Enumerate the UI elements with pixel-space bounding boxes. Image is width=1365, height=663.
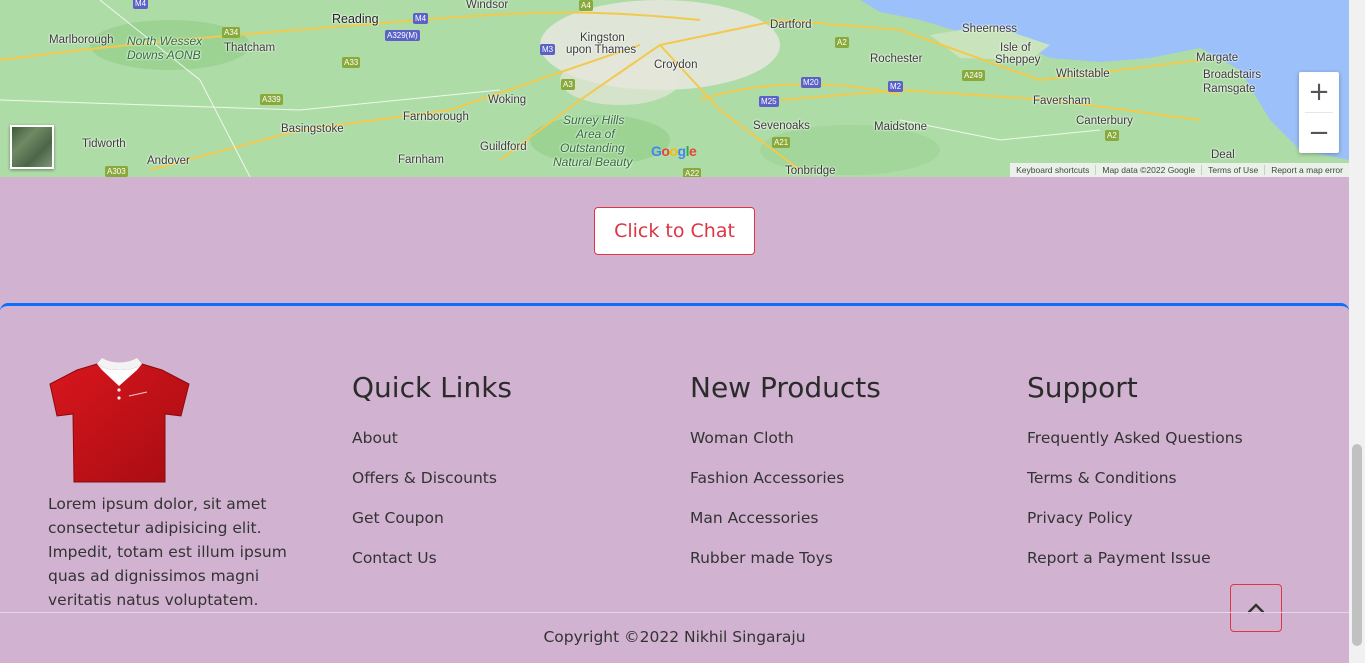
map-road-shield: M3 [540, 44, 556, 55]
map-road-shield: M4 [413, 13, 429, 24]
map-place-label: Farnham [398, 154, 445, 166]
map-place-label: Broadstairs [1203, 69, 1262, 81]
link-woman-cloth[interactable]: Woman Cloth [690, 428, 881, 448]
map-place-label: Thatcham [224, 42, 276, 54]
map-place-label: Sevenoaks [753, 120, 810, 132]
map-road-shield: M20 [801, 77, 821, 88]
map-road-shield: A303 [105, 166, 128, 177]
map-place-label: Faversham [1033, 95, 1091, 107]
red-shirt-logo [49, 358, 190, 483]
map-place-label: Croydon [654, 59, 698, 71]
support-column: Support Frequently Asked Questions Terms… [1027, 368, 1243, 588]
map-place-label: Surrey Hills [563, 113, 625, 127]
map-road-shield: A21 [772, 137, 791, 148]
map-road-shield: A249 [962, 70, 985, 81]
map-place-label: Dartford [770, 19, 812, 31]
map-place-label: Reading [332, 12, 379, 26]
map-place-label: Whitstable [1056, 68, 1110, 80]
map-place-label: Isle of [1000, 42, 1031, 54]
footer: Lorem ipsum dolor, sit amet consectetur … [0, 303, 1349, 663]
new-products-heading: New Products [690, 371, 881, 404]
copyright-text: Copyright ©2022 Nikhil Singaraju [543, 628, 806, 646]
link-terms-conditions[interactable]: Terms & Conditions [1027, 468, 1243, 488]
map-road-shield: A34 [222, 27, 241, 38]
footer-divider [0, 612, 1349, 613]
map-road-shield: M4 [133, 0, 149, 9]
map-place-label: Basingstoke [281, 123, 344, 135]
page-scrollbar[interactable] [1349, 0, 1365, 663]
map-road-shield: A2 [1105, 130, 1119, 141]
map-place-label: Margate [1196, 52, 1239, 64]
map-place-label: Marlborough [49, 34, 114, 46]
footer-about-text: Lorem ipsum dolor, sit amet consectetur … [48, 495, 287, 609]
satellite-toggle[interactable] [10, 125, 54, 169]
map-place-label: Sheerness [962, 23, 1017, 35]
map-place-label: Kingston [580, 32, 625, 44]
link-contact-us[interactable]: Contact Us [352, 548, 512, 568]
zoom-in-button[interactable]: + [1299, 72, 1339, 112]
map-place-label: Sheppey [995, 54, 1041, 66]
link-rubber-made-toys[interactable]: Rubber made Toys [690, 548, 881, 568]
link-report-payment-issue[interactable]: Report a Payment Issue [1027, 548, 1243, 568]
report-map-error-link[interactable]: Report a map error [1264, 165, 1349, 175]
click-to-chat-button[interactable]: Click to Chat [594, 207, 755, 255]
quick-links-heading: Quick Links [352, 371, 513, 404]
map-attribution: Keyboard shortcuts Map data ©2022 Google… [1010, 163, 1349, 177]
link-fashion-accessories[interactable]: Fashion Accessories [690, 468, 881, 488]
map-place-label: Guildford [480, 141, 527, 153]
map-place-label: Maidstone [874, 121, 928, 133]
map-place-label: Andover [147, 155, 190, 167]
link-offers-discounts[interactable]: Offers & Discounts [352, 468, 512, 488]
link-man-accessories[interactable]: Man Accessories [690, 508, 881, 528]
map-place-label: Downs AONB [127, 48, 201, 62]
map-road-shield: A22 [683, 168, 702, 177]
link-privacy-policy[interactable]: Privacy Policy [1027, 508, 1243, 528]
quick-links-column: Quick Links About Offers & Discounts Get… [352, 368, 512, 588]
map-place-label: Tidworth [82, 138, 126, 150]
map-place-label: Deal [1211, 149, 1235, 161]
map-place-label: Outstanding [560, 141, 625, 155]
google-logo: Google [651, 143, 697, 159]
support-heading: Support [1027, 371, 1138, 404]
map-place-label: Natural Beauty [553, 155, 633, 169]
map-data-label: Map data ©2022 Google [1095, 165, 1201, 175]
terms-of-use-link[interactable]: Terms of Use [1201, 165, 1264, 175]
map-road-shield: M2 [888, 81, 904, 92]
keyboard-shortcuts-link[interactable]: Keyboard shortcuts [1010, 165, 1095, 175]
map-place-label: Canterbury [1076, 115, 1133, 127]
link-get-coupon[interactable]: Get Coupon [352, 508, 512, 528]
map-place-label: Tonbridge [785, 165, 836, 177]
map-road-shield: A329(M) [385, 30, 420, 41]
map-road-shield: A4 [579, 0, 593, 11]
zoom-out-button[interactable]: − [1299, 113, 1339, 153]
link-faq[interactable]: Frequently Asked Questions [1027, 428, 1243, 448]
link-about[interactable]: About [352, 428, 512, 448]
map-place-label: Rochester [870, 53, 923, 65]
map-place-label: upon Thames [566, 44, 637, 56]
map-place-label: North Wessex [127, 34, 203, 48]
map-place-label: Farnborough [403, 111, 469, 123]
map-place-label: Area of [576, 127, 615, 141]
embedded-map[interactable]: Reading Windsor Marlborough North Wessex Dow… [0, 0, 1349, 177]
map-zoom-control: + − [1299, 72, 1339, 153]
map-place-label: Ramsgate [1203, 83, 1256, 95]
map-place-label: Windsor [466, 0, 509, 11]
back-to-top-button[interactable] [1230, 584, 1282, 632]
map-place-label: Woking [488, 94, 527, 106]
map-road-shield: A339 [260, 94, 283, 105]
map-road-shield: A33 [342, 57, 361, 68]
map-road-shield: M25 [759, 96, 779, 107]
new-products-column: New Products Woman Cloth Fashion Accesso… [690, 368, 881, 588]
map-road-shield: A3 [561, 79, 575, 90]
map-road-shield: A2 [835, 37, 849, 48]
scrollbar-thumb[interactable] [1352, 444, 1362, 646]
